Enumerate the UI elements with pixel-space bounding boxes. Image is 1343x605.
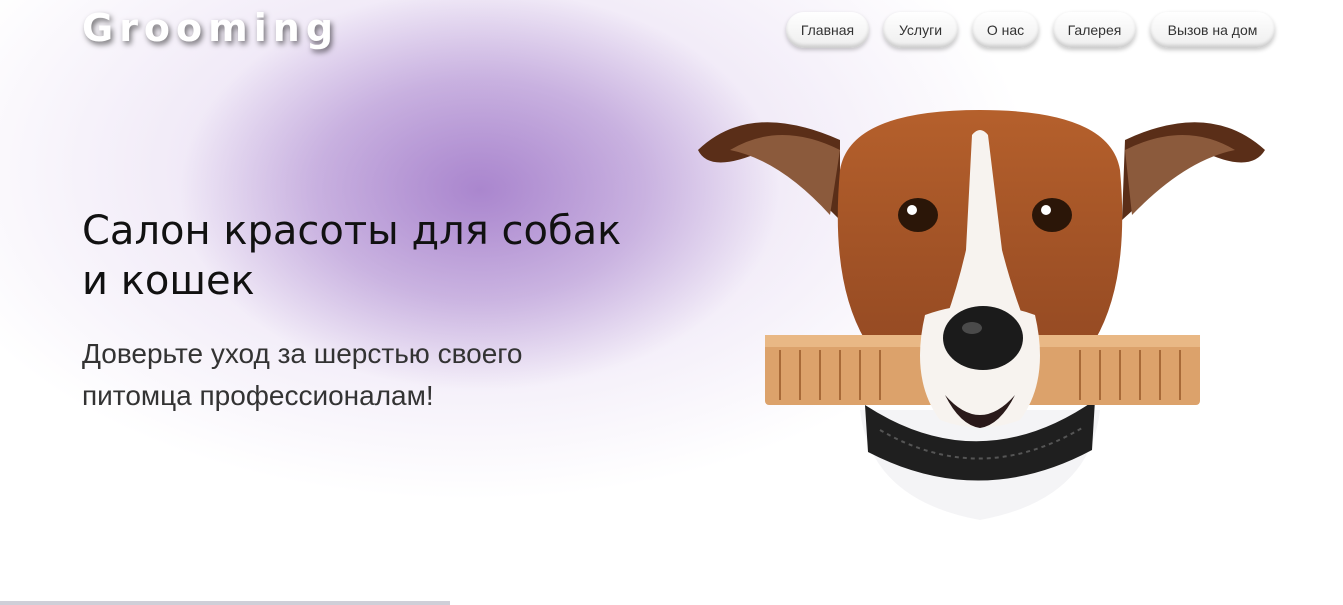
horizontal-scrollbar[interactable] [0, 601, 450, 605]
nav-home-button[interactable]: Главная [786, 12, 869, 48]
nav-gallery-button[interactable]: Галерея [1053, 12, 1136, 48]
hero-title: Салон красоты для собак и кошек [82, 206, 702, 306]
main-nav: Главная Услуги О нас Галерея Вызов на до… [786, 12, 1275, 48]
site-logo[interactable]: Grooming [82, 6, 339, 50]
nav-home-visit-button[interactable]: Вызов на дом [1150, 12, 1275, 48]
hero-subtitle: Доверьте уход за шерстью своего питомца … [82, 333, 602, 417]
dog-with-comb-image [698, 110, 1265, 535]
hero-subtitle-line-1: Доверьте уход за шерстью своего [82, 338, 523, 369]
nav-about-button[interactable]: О нас [972, 12, 1039, 48]
hero-title-line-1: Салон красоты для собак [82, 208, 622, 254]
nav-services-button[interactable]: Услуги [883, 12, 958, 48]
hero-title-line-2: и кошек [82, 258, 255, 304]
hero-subtitle-line-2: питомца профессионалам! [82, 380, 434, 411]
